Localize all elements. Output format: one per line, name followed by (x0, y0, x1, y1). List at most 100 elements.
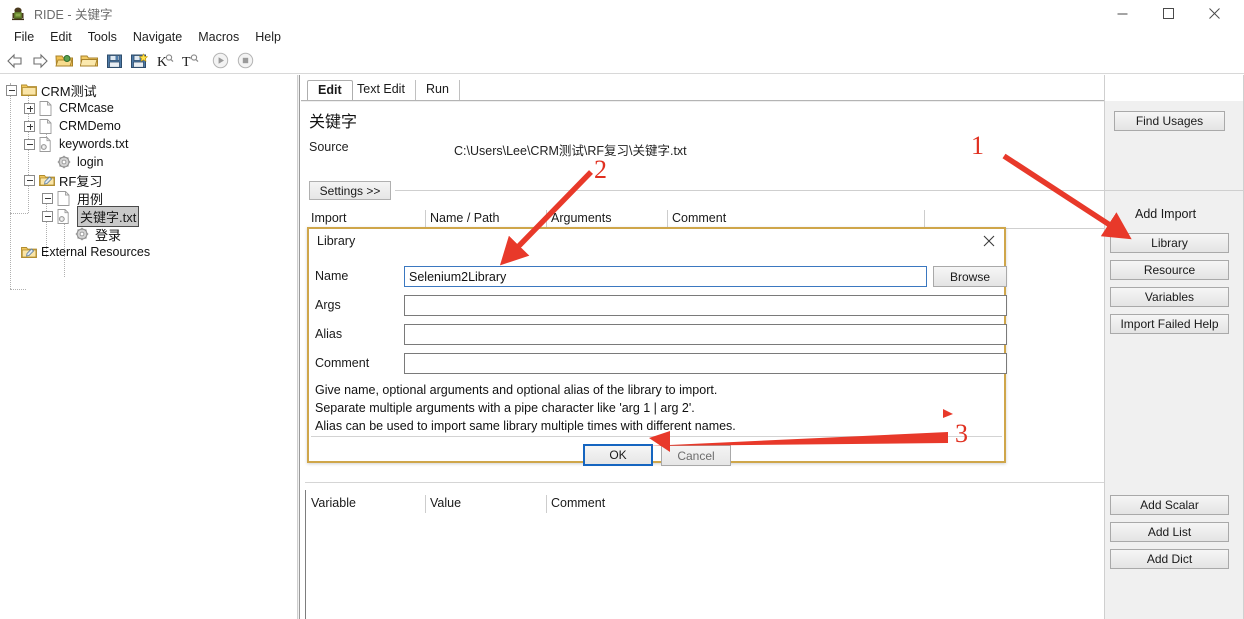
imports-grid-header: Import Name / Path Arguments Comment (307, 210, 1126, 228)
project-tree-panel[interactable]: CRM测试 CRMcase CRMDemo keywords.txt login RF复习… (0, 75, 297, 619)
name-field-label: Name (315, 269, 349, 283)
run-icon[interactable] (209, 50, 232, 72)
save-icon[interactable] (103, 50, 126, 72)
library-alias-field[interactable] (404, 324, 1007, 345)
add-scalar-button[interactable]: Add Scalar (1110, 495, 1229, 515)
stop-icon[interactable] (234, 50, 257, 72)
comment-field-label: Comment (315, 356, 370, 370)
tree-collapse-icon[interactable] (6, 84, 17, 96)
window-close-button[interactable] (1192, 0, 1237, 26)
file-icon (39, 101, 55, 116)
add-import-library-button[interactable]: Library (1110, 233, 1229, 253)
main-toolbar: K T (0, 48, 1244, 73)
dialog-title: Library (317, 234, 356, 248)
forward-arrow-icon[interactable] (28, 50, 51, 72)
open-folder-icon[interactable] (78, 50, 101, 72)
tree-connector (10, 289, 26, 290)
save-all-icon[interactable] (128, 50, 151, 72)
side-button-panel: Find Usages Add Import Library Resource … (1104, 75, 1244, 619)
tree-collapse-icon[interactable] (24, 138, 35, 150)
dialog-body: Name Browse Args Alias Comment Give name… (309, 253, 1007, 466)
tree-expand-icon[interactable] (24, 120, 35, 132)
tree-collapse-icon[interactable] (24, 174, 35, 186)
tab-run[interactable]: Run (416, 80, 460, 100)
keyword-gear-icon (57, 155, 73, 169)
imports-column-import: Import (311, 211, 347, 225)
add-import-variables-button[interactable]: Variables (1110, 287, 1229, 307)
add-import-resource-button[interactable]: Resource (1110, 260, 1229, 280)
panel-top-spacer (1105, 75, 1244, 101)
search-keyword-icon[interactable]: K (153, 50, 176, 72)
tree-item-crm-test[interactable]: CRM测试 (6, 81, 97, 99)
find-usages-button[interactable]: Find Usages (1114, 111, 1225, 131)
dialog-help-line-1: Give name, optional arguments and option… (315, 383, 718, 397)
tab-text-edit[interactable]: Text Edit (347, 80, 416, 100)
menu-help[interactable]: Help (247, 28, 289, 46)
tabstrip-divider-2 (301, 101, 1244, 102)
dialog-cancel-button[interactable]: Cancel (661, 445, 731, 466)
menu-tools[interactable]: Tools (80, 28, 125, 46)
tree-item-label: CRM测试 (41, 83, 97, 99)
window-minimize-button[interactable] (1100, 0, 1145, 26)
svg-text:T: T (182, 55, 191, 69)
tree-item-keyword-txt-cn[interactable]: 关键字.txt (42, 205, 140, 227)
ride-application-window: RIDE - 关键字 File Edit Tools Navigate Macr… (0, 0, 1244, 619)
library-import-dialog: Library Name Browse Args Alias Comment G… (307, 227, 1007, 466)
tree-item-external-resources[interactable]: External Resources (6, 243, 150, 261)
window-maximize-button[interactable] (1146, 0, 1191, 26)
open-project-icon[interactable] (53, 50, 76, 72)
browse-button[interactable]: Browse (933, 266, 1007, 287)
folder-edit-icon (21, 245, 37, 259)
variables-grid-left-edge (305, 490, 306, 619)
tree-expand-icon[interactable] (24, 102, 35, 114)
search-tests-icon[interactable]: T (178, 50, 201, 72)
dialog-titlebar: Library (309, 229, 1004, 253)
tree-item-label: keywords.txt (59, 137, 129, 151)
menu-macros[interactable]: Macros (190, 28, 247, 46)
menu-edit[interactable]: Edit (42, 28, 80, 46)
imports-column-name-path: Name / Path (430, 211, 500, 225)
back-arrow-icon[interactable] (3, 50, 26, 72)
dialog-close-icon[interactable] (978, 231, 1000, 251)
add-list-button[interactable]: Add List (1110, 522, 1229, 542)
dialog-help-line-2: Separate multiple arguments with a pipe … (315, 401, 695, 415)
tree-item-label: CRMDemo (59, 119, 121, 133)
tree-collapse-icon[interactable] (42, 192, 53, 204)
tree-item-login[interactable]: login (42, 153, 103, 171)
tree-item-label: RF复习 (59, 173, 103, 189)
panel-divider (1105, 190, 1244, 191)
tree-item-use-case[interactable]: 用例 (42, 189, 103, 207)
folder-icon (21, 83, 37, 97)
add-import-label: Add Import (1135, 207, 1197, 221)
tree-item-label: login (77, 155, 104, 169)
resource-file-icon (57, 209, 73, 224)
library-comment-field[interactable] (404, 353, 1007, 374)
menu-navigate[interactable]: Navigate (125, 28, 190, 46)
settings-toggle-button[interactable]: Settings >> (309, 181, 391, 200)
import-failed-help-button[interactable]: Import Failed Help (1110, 314, 1229, 334)
tree-item-rf-review[interactable]: RF复习 (24, 171, 102, 189)
tree-collapse-icon[interactable] (42, 210, 53, 222)
tree-item-crmcase[interactable]: CRMcase (24, 99, 114, 117)
library-args-field[interactable] (404, 295, 1007, 316)
tree-splitter[interactable] (297, 75, 300, 619)
ride-robot-icon (10, 6, 26, 22)
window-title: RIDE - 关键字 (34, 8, 113, 22)
folder-edit-icon (39, 173, 55, 187)
tab-edit[interactable]: Edit (307, 80, 353, 101)
page-title: 关键字 (309, 114, 358, 131)
menu-file[interactable]: File (6, 28, 42, 46)
menubar: File Edit Tools Navigate Macros Help (0, 26, 1244, 48)
column-divider (924, 210, 925, 228)
tree-item-crmdemo[interactable]: CRMDemo (24, 117, 121, 135)
tree-item-keywords-txt[interactable]: keywords.txt (24, 135, 128, 153)
tree-item-login-cn[interactable]: 登录 (60, 225, 121, 243)
variables-column-variable: Variable (311, 496, 356, 510)
variables-column-value: Value (430, 496, 462, 510)
library-name-field[interactable] (404, 266, 927, 287)
add-dict-button[interactable]: Add Dict (1110, 549, 1229, 569)
dialog-ok-button[interactable]: OK (583, 444, 653, 466)
editor-tabstrip: Edit Text Edit Run ◁ ▷ ✕ (301, 80, 1244, 101)
